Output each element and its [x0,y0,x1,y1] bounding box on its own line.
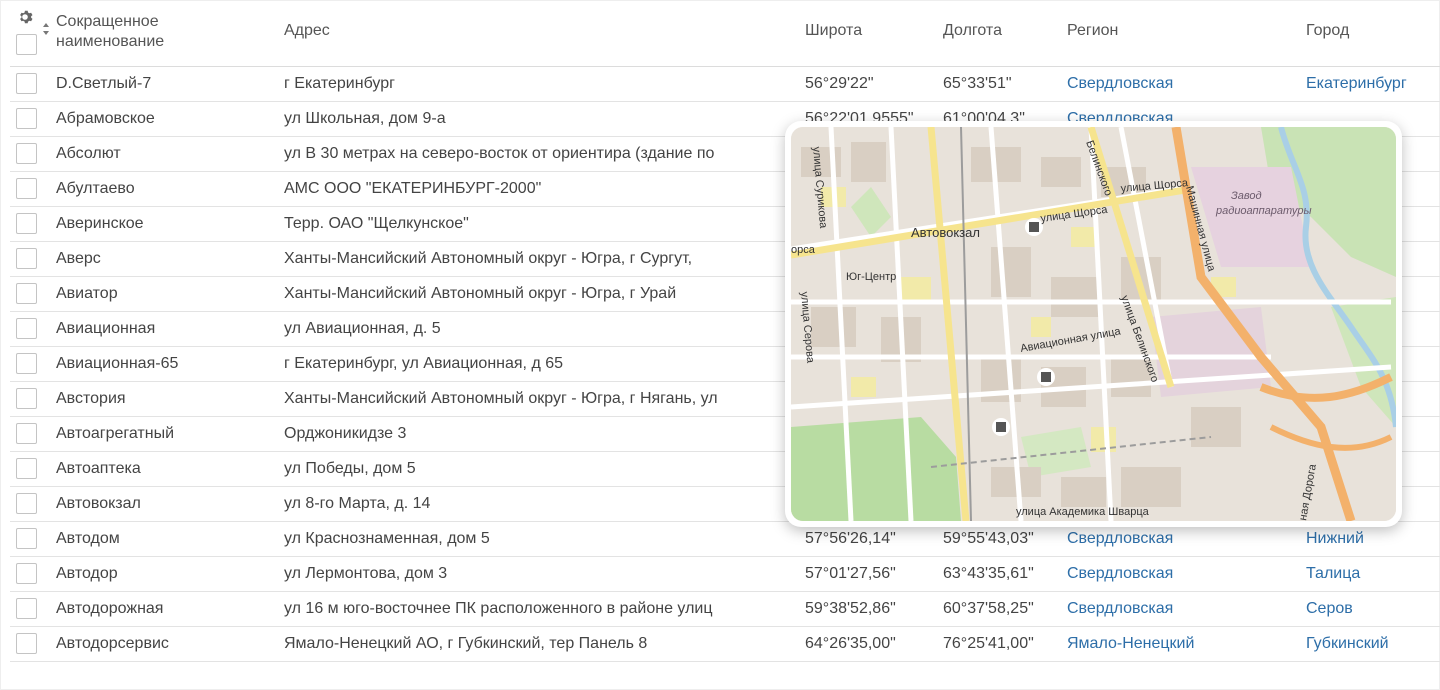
cell-name: Автодом [56,530,120,547]
header-name[interactable]: Сокращенное наименование [56,12,226,52]
row-checkbox[interactable] [16,178,37,199]
table-row[interactable]: Автодор ул Лермонтова, дом 3 57°01'27,56" 6… [10,557,1440,592]
cell-region-link[interactable]: Ямало-Ненецкий [1067,635,1194,653]
row-checkbox[interactable] [16,563,37,584]
map-label-avtovokzal: Автовокзал [911,225,980,240]
cell-longitude: 76°25'41,00" [943,635,1034,652]
cell-address: АМС ООО "ЕКАТЕРИНБУРГ-2000" [284,180,542,197]
cell-city-link[interactable]: Губкинский [1306,635,1389,653]
row-checkbox[interactable] [16,143,37,164]
gear-icon[interactable] [17,9,33,25]
cell-name: Автодорсервис [56,635,169,652]
table-header: Сокращенное наименование Адрес Широта До… [10,0,1440,67]
header-city[interactable]: Город [1306,22,1349,40]
cell-region-link[interactable]: Свердловская [1067,530,1173,548]
cell-name: Аверс [56,250,101,267]
cell-city-link[interactable]: Талица [1306,565,1360,583]
cell-latitude: 59°38'52,86" [805,600,896,617]
cell-region-link[interactable]: Свердловская [1067,75,1173,93]
table-row[interactable]: Автодорожная ул 16 м юго-восточнее ПК рас… [10,592,1440,627]
cell-latitude: 57°01'27,56" [805,565,896,582]
row-checkbox[interactable] [16,318,37,339]
cell-city-link[interactable]: Екатеринбург [1306,75,1407,93]
row-checkbox[interactable] [16,108,37,129]
table-row[interactable]: Автодом ул Краснознаменная, дом 5 57°56'26… [10,522,1440,557]
cell-address: Ямало-Ненецкий АО, г Губкинский, тер Пан… [284,635,648,652]
cell-address: г Екатеринбург, ул Авиационная, д 65 [284,355,564,372]
cell-name: Авиатор [56,285,118,302]
cell-name: Автовокзал [56,495,141,512]
cell-latitude: 56°29'22" [805,75,874,92]
cell-address: Терр. ОАО "Щелкунское" [284,215,469,232]
row-checkbox[interactable] [16,528,37,549]
cell-address: Ханты-Мансийский Автономный округ - Югра… [284,250,693,267]
table-row[interactable]: D.Светлый-7 г Екатеринбург 56°29'22" 65°33'… [10,67,1440,102]
row-checkbox[interactable] [16,283,37,304]
map-view[interactable]: улица Щорса улица Щорса орса Автовокзал … [791,127,1396,521]
cell-name: Автоаптека [56,460,141,477]
map-label-radio: радиоаппаратуры [1215,205,1312,217]
map-canvas: улица Щорса улица Щорса орса Автовокзал … [791,127,1396,521]
cell-address: ул Краснознаменная, дом 5 [284,530,490,547]
cell-latitude: 57°56'26,14" [805,530,896,547]
cell-region-link[interactable]: Свердловская [1067,565,1173,583]
row-checkbox[interactable] [16,388,37,409]
row-checkbox[interactable] [16,633,37,654]
cell-address: Орджоникидзе 3 [284,425,407,442]
cell-name: Автодор [56,565,118,582]
header-latitude[interactable]: Широта [805,22,862,40]
map-popup: улица Щорса улица Щорса орса Автовокзал … [785,121,1402,527]
select-all-checkbox[interactable] [16,34,37,55]
cell-address: ул Школьная, дом 9-а [284,110,446,127]
cell-name: Абрамовское [56,110,155,127]
map-label-shchorsa-left: орса [791,244,816,256]
sort-icon[interactable] [42,22,50,36]
header-address[interactable]: Адрес [284,22,774,40]
cell-longitude: 60°37'58,25" [943,600,1034,617]
cell-name: Аверинское [56,215,144,232]
map-label-shvarca: улица Академика Шварца [1016,506,1150,518]
cell-name: Авиационная-65 [56,355,179,372]
cell-address: ул Победы, дом 5 [284,460,416,477]
cell-city-link[interactable]: Серов [1306,600,1353,618]
cell-address: г Екатеринбург [284,75,395,92]
row-checkbox[interactable] [16,248,37,269]
row-checkbox[interactable] [16,213,37,234]
cell-name: Автодорожная [56,600,164,617]
cell-address: Ханты-Мансийский Автономный округ - Югра… [284,285,677,302]
cell-address: Ханты-Мансийский Автономный округ - Югра… [284,390,718,407]
row-checkbox[interactable] [16,493,37,514]
row-checkbox[interactable] [16,73,37,94]
cell-longitude: 63°43'35,61" [943,565,1034,582]
cell-address: ул В 30 метрах на северо-восток от ориен… [284,145,715,162]
cell-city-link[interactable]: Нижний [1306,530,1364,548]
cell-latitude: 64°26'35,00" [805,635,896,652]
table-row[interactable]: Автодорсервис Ямало-Ненецкий АО, г Губкин… [10,627,1440,662]
cell-name: Авиационная [56,320,156,337]
cell-name: Абсолют [56,145,121,162]
cell-name: Автоагрегатный [56,425,175,442]
cell-address: ул 16 м юго-восточнее ПК расположенного … [284,600,713,617]
header-longitude[interactable]: Долгота [943,22,1002,40]
map-label-yug-center: Юг-Центр [846,271,896,283]
cell-name: Австория [56,390,126,407]
row-checkbox[interactable] [16,353,37,374]
cell-address: ул 8-го Марта, д. 14 [284,495,431,512]
cell-name: Абултаево [56,180,135,197]
cell-region-link[interactable]: Свердловская [1067,600,1173,618]
cell-name: D.Светлый-7 [56,75,152,92]
row-checkbox[interactable] [16,458,37,479]
header-region[interactable]: Регион [1067,22,1118,40]
cell-address: ул Лермонтова, дом 3 [284,565,448,582]
cell-longitude: 65°33'51" [943,75,1012,92]
row-checkbox[interactable] [16,423,37,444]
cell-longitude: 59°55'43,03" [943,530,1034,547]
cell-address: ул Авиационная, д. 5 [284,320,441,337]
map-label-zavod: Завод [1231,190,1262,202]
row-checkbox[interactable] [16,598,37,619]
